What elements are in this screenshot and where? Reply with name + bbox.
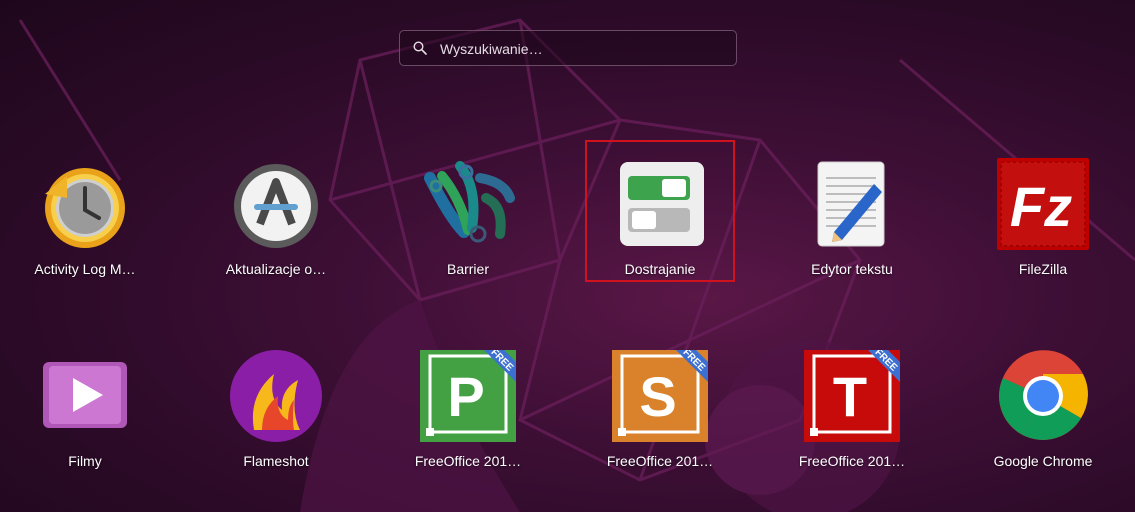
app-activity-log-manager[interactable]: Activity Log M… (10, 158, 160, 278)
app-letter: T (833, 365, 867, 428)
text-editor-icon (804, 158, 900, 254)
search-icon (413, 41, 427, 55)
freeoffice-textmaker-icon: T FREE (804, 350, 900, 446)
tweaks-toggle-icon (612, 158, 708, 254)
app-freeoffice-textmaker[interactable]: T FREE FreeOffice 201… (777, 350, 927, 470)
app-label: Activity Log M… (34, 261, 136, 277)
search-box[interactable] (399, 30, 737, 66)
barrier-icon (420, 158, 516, 254)
app-flameshot[interactable]: Flameshot (201, 350, 351, 470)
app-barrier[interactable]: Barrier (393, 158, 543, 278)
app-google-chrome[interactable]: Google Chrome (968, 350, 1118, 470)
videos-play-icon (37, 350, 133, 446)
app-label: Google Chrome (993, 453, 1093, 469)
search-input[interactable] (438, 38, 732, 60)
app-software-updater[interactable]: Aktualizacje o… (201, 158, 351, 278)
freeoffice-presentations-icon: P FREE (420, 350, 516, 446)
wallpaper-artwork (18, 18, 1135, 512)
filezilla-icon: Fz (995, 158, 1091, 254)
software-updater-icon (228, 158, 324, 254)
app-label: Aktualizacje o… (225, 261, 327, 277)
app-letter: P (447, 365, 484, 428)
chrome-icon (995, 350, 1091, 446)
app-freeoffice-presentations[interactable]: P FREE FreeOffice 201… (393, 350, 543, 470)
app-filezilla[interactable]: Fz FileZilla (968, 158, 1118, 278)
app-label: FreeOffice 201… (414, 453, 522, 469)
app-label: FileZilla (1018, 261, 1068, 277)
app-label: Edytor tekstu (811, 261, 893, 277)
svg-text:Fz: Fz (1010, 175, 1072, 238)
app-label: Dostrajanie (624, 261, 696, 277)
app-freeoffice-planmaker[interactable]: S FREE FreeOffice 201… (585, 350, 735, 470)
app-letter: S (639, 365, 676, 428)
app-label: Flameshot (243, 453, 309, 469)
activity-log-clock-icon (37, 158, 133, 254)
app-label: FreeOffice 201… (606, 453, 714, 469)
app-label: FreeOffice 201… (798, 453, 906, 469)
app-videos[interactable]: Filmy (10, 350, 160, 470)
app-tweaks[interactable]: Dostrajanie (585, 158, 735, 278)
flameshot-icon (228, 350, 324, 446)
freeoffice-planmaker-icon: S FREE (612, 350, 708, 446)
app-label: Filmy (68, 453, 102, 469)
app-label: Barrier (446, 261, 489, 277)
app-text-editor[interactable]: Edytor tekstu (777, 158, 927, 278)
